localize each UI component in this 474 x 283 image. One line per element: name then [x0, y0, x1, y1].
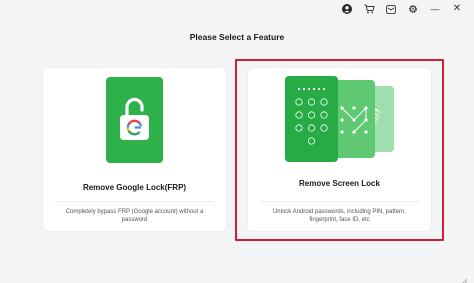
minimize-button[interactable]: — — [424, 0, 446, 18]
selection-highlight — [235, 59, 444, 241]
feature-card-frp[interactable]: Remove Google Lock(FRP) Completely bypas… — [43, 68, 226, 231]
cart-icon[interactable] — [358, 0, 380, 18]
mail-icon[interactable] — [380, 0, 402, 18]
feature-title-frp: Remove Google Lock(FRP) — [82, 183, 187, 192]
page-title: Please Select a Feature — [189, 32, 285, 42]
card-divider — [55, 201, 214, 202]
settings-icon[interactable] — [402, 0, 424, 18]
google-unlock-icon — [106, 77, 163, 163]
close-icon: ✕ — [452, 3, 462, 14]
minimize-icon: — — [430, 3, 440, 14]
close-button[interactable]: ✕ — [446, 0, 468, 18]
feature-description-frp: Completely bypass FRP (Google account) w… — [65, 209, 204, 223]
resize-grip-icon[interactable] — [458, 271, 468, 283]
account-icon[interactable] — [336, 0, 358, 18]
title-bar: — ✕ — [0, 0, 474, 18]
